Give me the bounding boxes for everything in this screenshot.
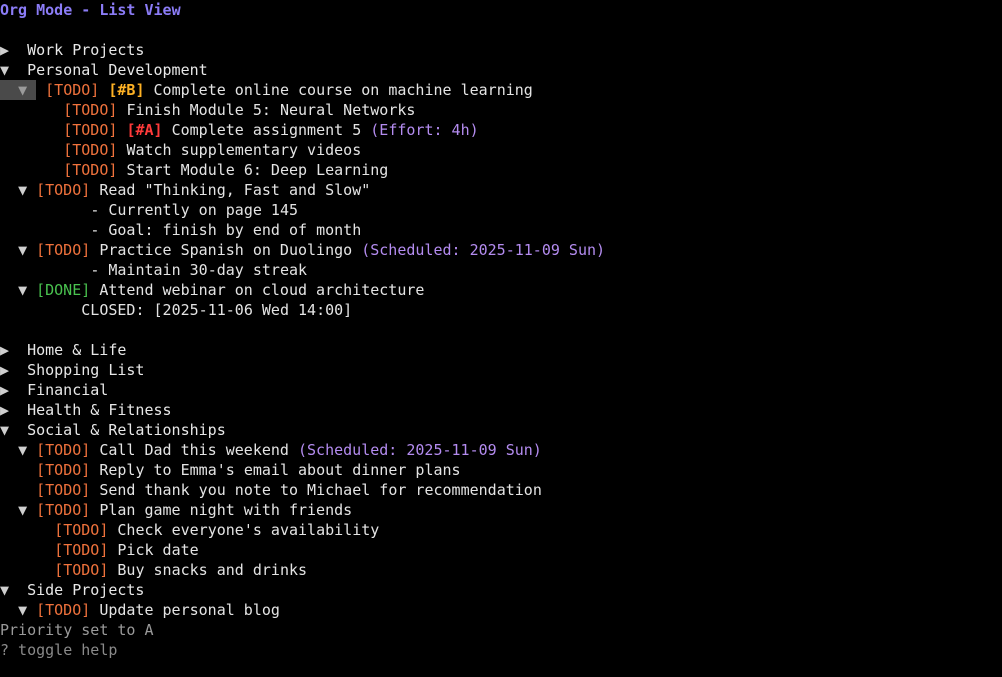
task-thank-michael[interactable]: [TODO] Send thank you note to Michael fo… bbox=[0, 480, 1002, 500]
todo-keyword[interactable]: [TODO] bbox=[45, 81, 99, 99]
expanded-triangle-icon[interactable]: ▼ bbox=[18, 81, 27, 99]
task-reply-emma[interactable]: [TODO] Reply to Emma's email about dinne… bbox=[0, 460, 1002, 480]
expanded-triangle-icon[interactable]: ▼ bbox=[18, 440, 27, 460]
task-call-dad[interactable]: ▼ [TODO] Call Dad this weekend (Schedule… bbox=[0, 440, 1002, 460]
heading-side-projects[interactable]: ▼ Side Projects bbox=[0, 580, 1002, 600]
heading-shopping-list[interactable]: ▶ Shopping List bbox=[0, 360, 1002, 380]
task-assignment-5[interactable]: [TODO] [#A] Complete assignment 5 (Effor… bbox=[0, 120, 1002, 140]
todo-keyword[interactable]: [TODO] bbox=[36, 441, 90, 459]
collapsed-triangle-icon[interactable]: ▶ bbox=[0, 380, 9, 400]
task-webinar[interactable]: ▼ [DONE] Attend webinar on cloud archite… bbox=[0, 280, 1002, 300]
expanded-triangle-icon[interactable]: ▼ bbox=[0, 60, 9, 80]
task-text: Check everyone's availability bbox=[117, 521, 380, 539]
collapsed-triangle-icon[interactable]: ▶ bbox=[0, 400, 9, 420]
task-text: Read "Thinking, Fast and Slow" bbox=[99, 181, 371, 199]
task-text: Complete online course on machine learni… bbox=[153, 81, 533, 99]
task-module-6[interactable]: [TODO] Start Module 6: Deep Learning bbox=[0, 160, 1002, 180]
heading-label: Personal Development bbox=[27, 61, 208, 79]
task-text: Attend webinar on cloud architecture bbox=[99, 281, 425, 299]
effort-property: (Effort: 4h) bbox=[370, 121, 479, 139]
task-text: Reply to Emma's email about dinner plans bbox=[99, 461, 461, 479]
closed-timestamp: CLOSED: [2025-11-06 Wed 14:00] bbox=[81, 301, 353, 319]
expanded-triangle-icon[interactable]: ▼ bbox=[18, 600, 27, 620]
cursor-highlight: ▼ bbox=[0, 80, 37, 100]
note-text: - Currently on page 145 bbox=[90, 201, 299, 219]
todo-keyword[interactable]: [TODO] bbox=[63, 121, 117, 139]
app-title: Org Mode - List View bbox=[0, 1, 181, 19]
task-module-5[interactable]: [TODO] Finish Module 5: Neural Networks bbox=[0, 100, 1002, 120]
todo-keyword[interactable]: [TODO] bbox=[36, 241, 90, 259]
task-game-night[interactable]: ▼ [TODO] Plan game night with friends bbox=[0, 500, 1002, 520]
task-reading[interactable]: ▼ [TODO] Read "Thinking, Fast and Slow" bbox=[0, 180, 1002, 200]
task-text: Watch supplementary videos bbox=[126, 141, 362, 159]
expanded-triangle-icon[interactable]: ▼ bbox=[0, 420, 9, 440]
heading-label: Shopping List bbox=[27, 361, 145, 379]
todo-keyword[interactable]: [TODO] bbox=[36, 461, 90, 479]
heading-work-projects[interactable]: ▶ Work Projects bbox=[0, 40, 1002, 60]
todo-keyword[interactable]: [TODO] bbox=[63, 161, 117, 179]
heading-label: Work Projects bbox=[27, 41, 145, 59]
expanded-triangle-icon[interactable]: ▼ bbox=[18, 180, 27, 200]
heading-home-life[interactable]: ▶ Home & Life bbox=[0, 340, 1002, 360]
heading-label: Financial bbox=[27, 381, 109, 399]
task-check-availability[interactable]: [TODO] Check everyone's availability bbox=[0, 520, 1002, 540]
task-text: Update personal blog bbox=[99, 601, 280, 619]
note-line: - Maintain 30-day streak bbox=[0, 260, 1002, 280]
task-pick-date[interactable]: [TODO] Pick date bbox=[0, 540, 1002, 560]
task-text: Practice Spanish on Duolingo bbox=[99, 241, 353, 259]
expanded-triangle-icon[interactable]: ▼ bbox=[0, 580, 9, 600]
status-message: Priority set to A bbox=[0, 621, 154, 639]
note-text: - Maintain 30-day streak bbox=[90, 261, 308, 279]
task-text: Send thank you note to Michael for recom… bbox=[99, 481, 542, 499]
todo-keyword[interactable]: [TODO] bbox=[54, 541, 108, 559]
task-text: Buy snacks and drinks bbox=[117, 561, 308, 579]
todo-keyword[interactable]: [TODO] bbox=[63, 101, 117, 119]
heading-social-relationships[interactable]: ▼ Social & Relationships bbox=[0, 420, 1002, 440]
expanded-triangle-icon[interactable]: ▼ bbox=[18, 500, 27, 520]
heading-label: Side Projects bbox=[27, 581, 145, 599]
todo-keyword[interactable]: [TODO] bbox=[54, 561, 108, 579]
todo-keyword[interactable]: [TODO] bbox=[54, 521, 108, 539]
heading-health-fitness[interactable]: ▶ Health & Fitness bbox=[0, 400, 1002, 420]
expanded-triangle-icon[interactable]: ▼ bbox=[18, 240, 27, 260]
task-text: Finish Module 5: Neural Networks bbox=[126, 101, 416, 119]
task-buy-snacks[interactable]: [TODO] Buy snacks and drinks bbox=[0, 560, 1002, 580]
task-text: Pick date bbox=[117, 541, 199, 559]
heading-label: Health & Fitness bbox=[27, 401, 172, 419]
closed-timestamp-line: CLOSED: [2025-11-06 Wed 14:00] bbox=[0, 300, 1002, 320]
priority-a-cookie[interactable]: [#A] bbox=[126, 121, 162, 139]
task-text: Complete assignment 5 bbox=[171, 121, 362, 139]
collapsed-triangle-icon[interactable]: ▶ bbox=[0, 360, 9, 380]
note-line: - Currently on page 145 bbox=[0, 200, 1002, 220]
note-line: - Goal: finish by end of month bbox=[0, 220, 1002, 240]
done-keyword[interactable]: [DONE] bbox=[36, 281, 90, 299]
heading-personal-development[interactable]: ▼ Personal Development bbox=[0, 60, 1002, 80]
scheduled-date: (Scheduled: 2025-11-09 Sun) bbox=[298, 441, 542, 459]
collapsed-triangle-icon[interactable]: ▶ bbox=[0, 40, 9, 60]
heading-financial[interactable]: ▶ Financial bbox=[0, 380, 1002, 400]
priority-b-cookie[interactable]: [#B] bbox=[108, 81, 144, 99]
task-ml-course[interactable]: ▼ [TODO] [#B] Complete online course on … bbox=[0, 80, 1002, 100]
heading-label: Home & Life bbox=[27, 341, 127, 359]
task-supplementary-videos[interactable]: [TODO] Watch supplementary videos bbox=[0, 140, 1002, 160]
todo-keyword[interactable]: [TODO] bbox=[36, 501, 90, 519]
org-mode-screen: Org Mode - List View ▶ Work Projects ▼ P… bbox=[0, 0, 1002, 677]
todo-keyword[interactable]: [TODO] bbox=[63, 141, 117, 159]
todo-keyword[interactable]: [TODO] bbox=[36, 601, 90, 619]
help-hint: ? toggle help bbox=[0, 641, 118, 659]
collapsed-triangle-icon[interactable]: ▶ bbox=[0, 340, 9, 360]
task-text: Plan game night with friends bbox=[99, 501, 353, 519]
todo-keyword[interactable]: [TODO] bbox=[36, 481, 90, 499]
task-text: Start Module 6: Deep Learning bbox=[126, 161, 389, 179]
expanded-triangle-icon[interactable]: ▼ bbox=[18, 280, 27, 300]
todo-keyword[interactable]: [TODO] bbox=[36, 181, 90, 199]
task-text: Call Dad this weekend bbox=[99, 441, 289, 459]
task-spanish[interactable]: ▼ [TODO] Practice Spanish on Duolingo (S… bbox=[0, 240, 1002, 260]
note-text: - Goal: finish by end of month bbox=[90, 221, 362, 239]
scheduled-date: (Scheduled: 2025-11-09 Sun) bbox=[361, 241, 606, 259]
task-update-blog[interactable]: ▼ [TODO] Update personal blog bbox=[0, 600, 1002, 620]
heading-label: Social & Relationships bbox=[27, 421, 226, 439]
